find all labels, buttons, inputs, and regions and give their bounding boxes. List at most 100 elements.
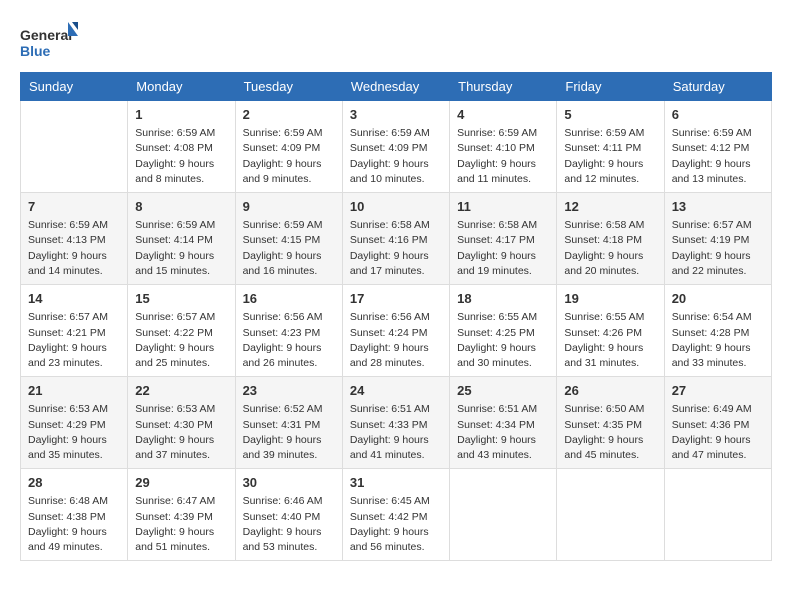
day-number: 30 [243, 474, 335, 492]
calendar-cell: 5Sunrise: 6:59 AMSunset: 4:11 PMDaylight… [557, 101, 664, 193]
day-number: 15 [135, 290, 227, 308]
day-info: Sunrise: 6:55 AMSunset: 4:26 PMDaylight:… [564, 310, 656, 371]
day-info: Sunrise: 6:53 AMSunset: 4:29 PMDaylight:… [28, 402, 120, 463]
calendar-cell: 14 Sunrise: 6:57 AMSunset: 4:21 PMDayligh… [21, 285, 128, 377]
svg-text:Blue: Blue [20, 43, 51, 59]
day-info: Sunrise: 6:49 AMSunset: 4:36 PMDaylight:… [672, 402, 764, 463]
day-number: 18 [457, 290, 549, 308]
calendar-cell: 16 Sunrise: 6:56 AMSunset: 4:23 PMDayligh… [235, 285, 342, 377]
day-info: Sunrise: 6:54 AMSunset: 4:28 PMDaylight:… [672, 310, 764, 371]
day-info: Sunrise: 6:59 AMSunset: 4:09 PMDaylight:… [243, 126, 335, 187]
calendar-header-row: SundayMondayTuesdayWednesdayThursdayFrid… [21, 73, 772, 101]
calendar-cell: 23 Sunrise: 6:52 AMSunset: 4:31 PMDayligh… [235, 377, 342, 469]
calendar-cell: 10 Sunrise: 6:58 AMSunset: 4:16 PMDayligh… [342, 193, 449, 285]
calendar-cell [21, 101, 128, 193]
weekday-header-friday: Friday [557, 73, 664, 101]
calendar-week-row: 14 Sunrise: 6:57 AMSunset: 4:21 PMDayligh… [21, 285, 772, 377]
calendar-cell: 11 Sunrise: 6:58 AMSunset: 4:17 PMDayligh… [450, 193, 557, 285]
day-info: Sunrise: 6:50 AMSunset: 4:35 PMDaylight:… [564, 402, 656, 463]
weekday-header-thursday: Thursday [450, 73, 557, 101]
calendar-cell [664, 469, 771, 561]
day-number: 6 [672, 106, 764, 124]
calendar-cell: 30 Sunrise: 6:46 AMSunset: 4:40 PMDayligh… [235, 469, 342, 561]
logo-svg: GeneralBlue [20, 20, 80, 64]
calendar-week-row: 7Sunrise: 6:59 AMSunset: 4:13 PMDaylight… [21, 193, 772, 285]
calendar-cell [450, 469, 557, 561]
day-info: Sunrise: 6:59 AMSunset: 4:14 PMDaylight:… [135, 218, 227, 279]
calendar-cell: 3Sunrise: 6:59 AMSunset: 4:09 PMDaylight… [342, 101, 449, 193]
day-info: Sunrise: 6:57 AMSunset: 4:19 PMDaylight:… [672, 218, 764, 279]
day-info: Sunrise: 6:59 AMSunset: 4:13 PMDaylight:… [28, 218, 120, 279]
calendar-cell: 9Sunrise: 6:59 AMSunset: 4:15 PMDaylight… [235, 193, 342, 285]
day-info: Sunrise: 6:58 AMSunset: 4:17 PMDaylight:… [457, 218, 549, 279]
day-number: 13 [672, 198, 764, 216]
day-number: 12 [564, 198, 656, 216]
logo: GeneralBlue [20, 20, 80, 64]
day-number: 24 [350, 382, 442, 400]
calendar-cell: 26Sunrise: 6:50 AMSunset: 4:35 PMDayligh… [557, 377, 664, 469]
day-number: 3 [350, 106, 442, 124]
day-info: Sunrise: 6:57 AMSunset: 4:22 PMDaylight:… [135, 310, 227, 371]
day-info: Sunrise: 6:59 AMSunset: 4:11 PMDaylight:… [564, 126, 656, 187]
calendar-cell: 8 Sunrise: 6:59 AMSunset: 4:14 PMDaylight… [128, 193, 235, 285]
weekday-header-saturday: Saturday [664, 73, 771, 101]
calendar-cell [557, 469, 664, 561]
day-info: Sunrise: 6:46 AMSunset: 4:40 PMDaylight:… [243, 494, 335, 555]
day-info: Sunrise: 6:59 AMSunset: 4:10 PMDaylight:… [457, 126, 549, 187]
weekday-header-sunday: Sunday [21, 73, 128, 101]
calendar-cell: 15 Sunrise: 6:57 AMSunset: 4:22 PMDayligh… [128, 285, 235, 377]
calendar-cell: 28 Sunrise: 6:48 AMSunset: 4:38 PMDayligh… [21, 469, 128, 561]
calendar-cell: 21 Sunrise: 6:53 AMSunset: 4:29 PMDayligh… [21, 377, 128, 469]
day-number: 16 [243, 290, 335, 308]
day-number: 21 [28, 382, 120, 400]
day-number: 27 [672, 382, 764, 400]
calendar-cell: 7Sunrise: 6:59 AMSunset: 4:13 PMDaylight… [21, 193, 128, 285]
calendar-table: SundayMondayTuesdayWednesdayThursdayFrid… [20, 72, 772, 561]
day-number: 25 [457, 382, 549, 400]
day-number: 29 [135, 474, 227, 492]
day-number: 8 [135, 198, 227, 216]
weekday-header-tuesday: Tuesday [235, 73, 342, 101]
day-info: Sunrise: 6:56 AMSunset: 4:23 PMDaylight:… [243, 310, 335, 371]
calendar-cell: 4 Sunrise: 6:59 AMSunset: 4:10 PMDaylight… [450, 101, 557, 193]
calendar-cell: 13 Sunrise: 6:57 AMSunset: 4:19 PMDayligh… [664, 193, 771, 285]
calendar-cell: 22 Sunrise: 6:53 AMSunset: 4:30 PMDayligh… [128, 377, 235, 469]
calendar-cell: 19 Sunrise: 6:55 AMSunset: 4:26 PMDayligh… [557, 285, 664, 377]
day-number: 28 [28, 474, 120, 492]
day-info: Sunrise: 6:59 AMSunset: 4:08 PMDaylight:… [135, 126, 227, 187]
day-number: 22 [135, 382, 227, 400]
day-number: 2 [243, 106, 335, 124]
calendar-week-row: 21 Sunrise: 6:53 AMSunset: 4:29 PMDayligh… [21, 377, 772, 469]
calendar-cell: 29 Sunrise: 6:47 AMSunset: 4:39 PMDayligh… [128, 469, 235, 561]
day-info: Sunrise: 6:55 AMSunset: 4:25 PMDaylight:… [457, 310, 549, 371]
weekday-header-monday: Monday [128, 73, 235, 101]
day-info: Sunrise: 6:58 AMSunset: 4:16 PMDaylight:… [350, 218, 442, 279]
day-info: Sunrise: 6:59 AMSunset: 4:12 PMDaylight:… [672, 126, 764, 187]
day-number: 11 [457, 198, 549, 216]
day-info: Sunrise: 6:51 AMSunset: 4:34 PMDaylight:… [457, 402, 549, 463]
day-info: Sunrise: 6:47 AMSunset: 4:39 PMDaylight:… [135, 494, 227, 555]
day-number: 14 [28, 290, 120, 308]
svg-text:General: General [20, 27, 72, 43]
day-number: 1 [135, 106, 227, 124]
calendar-cell: 24 Sunrise: 6:51 AMSunset: 4:33 PMDayligh… [342, 377, 449, 469]
day-number: 17 [350, 290, 442, 308]
weekday-header-wednesday: Wednesday [342, 73, 449, 101]
day-number: 31 [350, 474, 442, 492]
day-number: 23 [243, 382, 335, 400]
day-info: Sunrise: 6:51 AMSunset: 4:33 PMDaylight:… [350, 402, 442, 463]
day-number: 10 [350, 198, 442, 216]
day-number: 9 [243, 198, 335, 216]
day-info: Sunrise: 6:45 AMSunset: 4:42 PMDaylight:… [350, 494, 442, 555]
calendar-cell: 25 Sunrise: 6:51 AMSunset: 4:34 PMDayligh… [450, 377, 557, 469]
day-info: Sunrise: 6:53 AMSunset: 4:30 PMDaylight:… [135, 402, 227, 463]
day-number: 19 [564, 290, 656, 308]
calendar-cell: 27 Sunrise: 6:49 AMSunset: 4:36 PMDayligh… [664, 377, 771, 469]
calendar-cell: 18 Sunrise: 6:55 AMSunset: 4:25 PMDayligh… [450, 285, 557, 377]
day-info: Sunrise: 6:48 AMSunset: 4:38 PMDaylight:… [28, 494, 120, 555]
day-info: Sunrise: 6:57 AMSunset: 4:21 PMDaylight:… [28, 310, 120, 371]
calendar-week-row: 1 Sunrise: 6:59 AMSunset: 4:08 PMDaylight… [21, 101, 772, 193]
day-info: Sunrise: 6:52 AMSunset: 4:31 PMDaylight:… [243, 402, 335, 463]
day-number: 4 [457, 106, 549, 124]
calendar-cell: 20Sunrise: 6:54 AMSunset: 4:28 PMDayligh… [664, 285, 771, 377]
